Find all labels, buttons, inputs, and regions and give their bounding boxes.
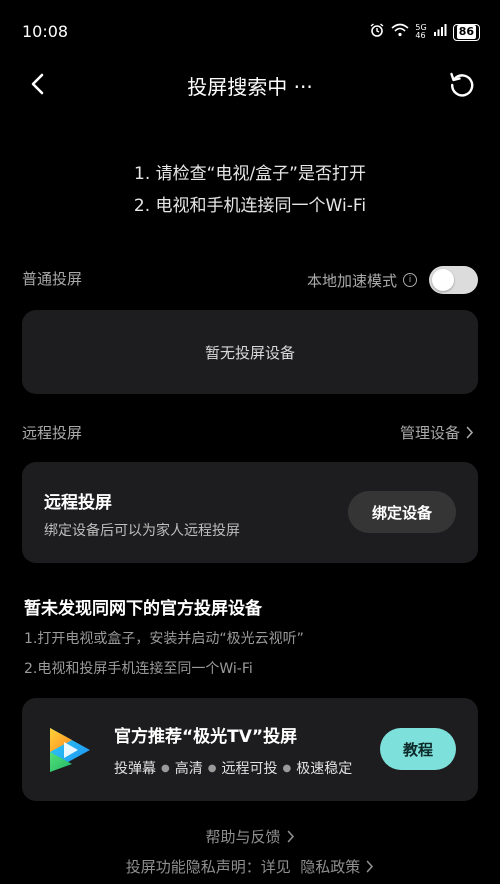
status-time: 10:08 bbox=[22, 22, 69, 41]
local-accel-mode-label: 本地加速模式 bbox=[306, 271, 397, 290]
nav-bar: 投屏搜索中 ··· bbox=[0, 62, 500, 106]
notice-title: 暂未发现同网下的官方投屏设备 bbox=[24, 599, 262, 619]
help-feedback-label: 帮助与反馈 bbox=[205, 828, 281, 846]
network-sub: 46 bbox=[415, 31, 426, 40]
bind-device-button[interactable]: 绑定设备 bbox=[348, 491, 456, 533]
remote-card-title: 远程投屏 bbox=[44, 493, 112, 513]
chevron-right-icon bbox=[366, 860, 374, 873]
chevron-right-icon bbox=[287, 830, 294, 843]
local-accel-mode-row: 本地加速模式 i bbox=[307, 266, 478, 294]
manage-devices-link[interactable]: 管理设备 bbox=[400, 422, 474, 443]
notice-line-2: 2.电视和投屏手机连接至同一个Wi-Fi bbox=[24, 661, 253, 677]
device-list-empty: 暂无投屏设备 bbox=[22, 310, 478, 394]
search-hints: 1. 请检查“电视/盒子”是否打开 2. 电视和手机连接同一个Wi-Fi bbox=[0, 158, 500, 222]
empty-device-text: 暂无投屏设备 bbox=[204, 343, 295, 362]
hint-line-2: 2. 电视和手机连接同一个Wi-Fi bbox=[133, 196, 367, 216]
status-bar: 10:08 5G 46 86 bbox=[0, 0, 500, 62]
status-icons: 5G 46 86 bbox=[369, 22, 480, 42]
feature-item: 远程可投 bbox=[221, 761, 278, 777]
remote-card-desc: 绑定设备后可以为家人远程投屏 bbox=[44, 523, 240, 539]
battery-icon: 86 bbox=[452, 23, 480, 41]
feature-item: 极速稳定 bbox=[296, 761, 353, 777]
privacy-policy-label: 投屏功能隐私声明：详见 隐私政策 bbox=[125, 858, 361, 876]
tutorial-button[interactable]: 教程 bbox=[380, 728, 456, 770]
separator-dot: ● bbox=[207, 762, 217, 774]
feature-item: 投弹幕 bbox=[114, 761, 156, 777]
local-accel-toggle[interactable] bbox=[429, 266, 478, 294]
app-logo-icon bbox=[44, 724, 96, 776]
chevron-right-icon bbox=[466, 426, 474, 439]
refresh-button[interactable] bbox=[446, 68, 478, 100]
signal-icon bbox=[433, 23, 447, 41]
toggle-knob bbox=[432, 269, 454, 291]
promo-title: 官方推荐“极光TV”投屏 bbox=[114, 727, 298, 747]
separator-dot: ● bbox=[282, 762, 292, 774]
manage-devices-label: 管理设备 bbox=[399, 424, 460, 442]
remote-cast-label: 远程投屏 bbox=[22, 424, 83, 442]
local-cast-label: 普通投屏 bbox=[22, 270, 83, 288]
wifi-icon bbox=[391, 23, 409, 41]
page-title: 投屏搜索中 ··· bbox=[187, 75, 313, 99]
battery-level: 86 bbox=[456, 25, 476, 39]
privacy-policy-link[interactable]: 投屏功能隐私声明：详见 隐私政策 bbox=[0, 856, 500, 877]
hint-line-1: 1. 请检查“电视/盒子”是否打开 bbox=[134, 164, 366, 184]
promo-features: 投弹幕 ● 高清 ● 远程可投 ● 极速稳定 bbox=[114, 758, 352, 778]
network-type: 5G 46 bbox=[415, 24, 426, 40]
refresh-icon bbox=[450, 72, 474, 97]
feature-item: 高清 bbox=[174, 761, 203, 777]
alarm-icon bbox=[369, 22, 385, 42]
separator-dot: ● bbox=[161, 762, 170, 774]
official-app-promo-card: 官方推荐“极光TV”投屏 投弹幕 ● 高清 ● 远程可投 ● 极速稳定 教程 bbox=[22, 698, 478, 801]
remote-cast-card: 远程投屏 绑定设备后可以为家人远程投屏 绑定设备 bbox=[22, 462, 478, 563]
info-icon[interactable]: i bbox=[403, 273, 417, 287]
notice-line-1: 1.打开电视或盒子，安装并启动“极光云视听” bbox=[24, 631, 304, 647]
help-feedback-link[interactable]: 帮助与反馈 bbox=[0, 826, 500, 847]
